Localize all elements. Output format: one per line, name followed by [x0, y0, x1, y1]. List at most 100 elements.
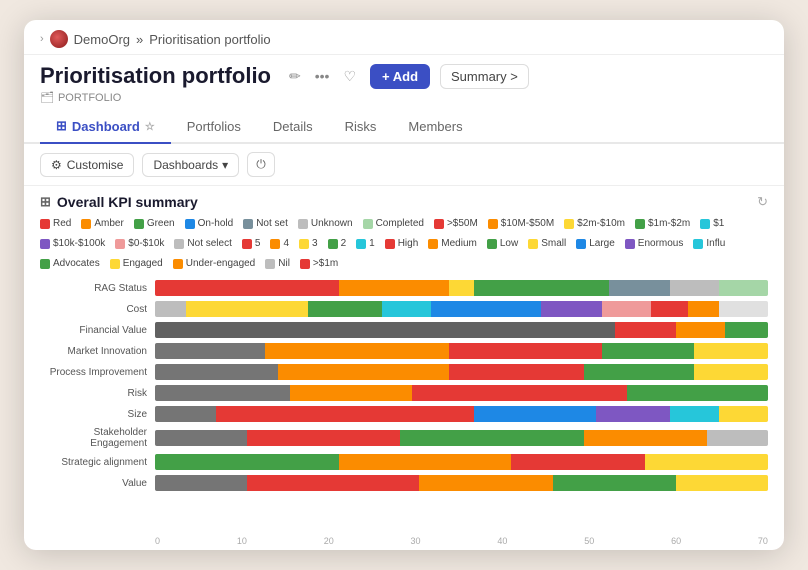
legend-color	[174, 239, 184, 249]
power-icon: ⏻	[256, 157, 266, 171]
bar-segment	[725, 322, 768, 338]
chart-row: Size	[40, 406, 768, 422]
bookmark-button[interactable]: ♡	[339, 66, 360, 87]
bar-segment	[155, 454, 339, 470]
legend-item: High	[385, 236, 419, 252]
legend-color	[385, 239, 395, 249]
refresh-icon[interactable]: ↻	[757, 194, 768, 210]
legend-color	[265, 259, 275, 269]
page-header: Prioritisation portfolio ✏ ••• ♡ + Add S…	[24, 55, 784, 110]
axis-label: 20	[324, 536, 334, 546]
chart-row-label: Size	[40, 409, 155, 420]
breadcrumb-path: Prioritisation portfolio	[149, 32, 270, 47]
bar-segment	[290, 385, 413, 401]
tab-star-icon[interactable]: ☆	[145, 120, 155, 133]
bar-segment	[155, 280, 339, 296]
tab-details[interactable]: Details	[257, 110, 329, 144]
bar-segment	[602, 343, 694, 359]
legend-color	[363, 219, 373, 229]
legend-label: Low	[500, 236, 518, 252]
edit-button[interactable]: ✏	[285, 66, 305, 87]
axis-label: 70	[758, 536, 768, 546]
chart-row: Market Innovation	[40, 343, 768, 359]
axis-label: 40	[497, 536, 507, 546]
bar-segment	[694, 343, 768, 359]
more-button[interactable]: •••	[311, 66, 334, 86]
chart-row: Risk	[40, 385, 768, 401]
legend-label: $1m-$2m	[648, 216, 690, 232]
legend-color	[115, 239, 125, 249]
chevron-icon: ›	[40, 33, 44, 45]
legend-label: 2	[341, 236, 347, 252]
breadcrumb-separator: »	[136, 32, 143, 47]
bar-segment	[339, 454, 511, 470]
bar-segment	[449, 364, 584, 380]
legend-color	[40, 239, 50, 249]
power-button[interactable]: ⏻	[247, 152, 275, 177]
bar-segment	[596, 406, 670, 422]
main-window: › DemoOrg » Prioritisation portfolio Pri…	[24, 20, 784, 550]
legend-item: Completed	[363, 216, 424, 232]
bar-segment	[155, 322, 615, 338]
legend-item: Influ	[693, 236, 725, 252]
bar-segment	[615, 322, 676, 338]
legend-item: On-hold	[185, 216, 234, 232]
legend-item: Unknown	[298, 216, 353, 232]
legend-item: Amber	[81, 216, 123, 232]
legend-label: >$1m	[313, 256, 338, 272]
legend-item: Under-engaged	[173, 256, 256, 272]
legend-item: Red	[40, 216, 71, 232]
legend-color	[488, 219, 498, 229]
kpi-header: ⊞ Overall KPI summary ↻	[40, 194, 768, 210]
kpi-icon: ⊞	[40, 194, 51, 210]
bar-segment	[609, 280, 670, 296]
chart-row: Stakeholder Engagement	[40, 427, 768, 449]
bar-container	[155, 322, 768, 338]
legend-color	[328, 239, 338, 249]
bar-container	[155, 430, 768, 446]
legend-color	[693, 239, 703, 249]
tab-members[interactable]: Members	[392, 110, 478, 144]
tab-risks[interactable]: Risks	[329, 110, 393, 144]
customise-button[interactable]: ⚙ Customise	[40, 153, 134, 177]
tab-dashboard[interactable]: ⊞ Dashboard ☆	[40, 110, 171, 144]
legend-label: Advocates	[53, 256, 100, 272]
axis-labels: 010203040506070	[155, 536, 768, 546]
legend-label: Enormous	[638, 236, 684, 252]
chart-row: Value	[40, 475, 768, 491]
legend-label: Medium	[441, 236, 477, 252]
bar-segment	[670, 406, 719, 422]
tab-portfolios[interactable]: Portfolios	[171, 110, 257, 144]
legend-color	[81, 219, 91, 229]
summary-button[interactable]: Summary >	[440, 64, 529, 89]
legend-item: $0-$10k	[115, 236, 164, 252]
legend-label: Completed	[376, 216, 424, 232]
legend-label: 5	[255, 236, 261, 252]
chart-row: RAG Status	[40, 280, 768, 296]
legend-label: High	[398, 236, 419, 252]
bar-segment	[419, 475, 554, 491]
dashboards-button[interactable]: Dashboards ▾	[142, 153, 239, 177]
axis-label: 50	[584, 536, 594, 546]
chart-area: RAG StatusCostFinancial ValueMarket Inno…	[40, 280, 768, 534]
legend-color	[40, 219, 50, 229]
legend-item: Low	[487, 236, 518, 252]
chart-row: Process Improvement	[40, 364, 768, 380]
legend-label: 4	[283, 236, 289, 252]
bar-segment	[651, 301, 688, 317]
legend-item: Large	[576, 236, 615, 252]
org-name: DemoOrg	[74, 32, 130, 47]
legend-color	[434, 219, 444, 229]
legend-label: Under-engaged	[186, 256, 256, 272]
legend-item: Engaged	[110, 256, 163, 272]
bar-container	[155, 364, 768, 380]
axis-label: 30	[411, 536, 421, 546]
portfolio-label: 🗂 PORTFOLIO	[40, 91, 768, 104]
legend-label: 3	[312, 236, 318, 252]
bar-segment	[265, 343, 449, 359]
bar-container	[155, 301, 768, 317]
add-button[interactable]: + Add	[370, 64, 430, 89]
axis-label: 10	[237, 536, 247, 546]
legend-color	[487, 239, 497, 249]
bar-segment	[412, 385, 627, 401]
